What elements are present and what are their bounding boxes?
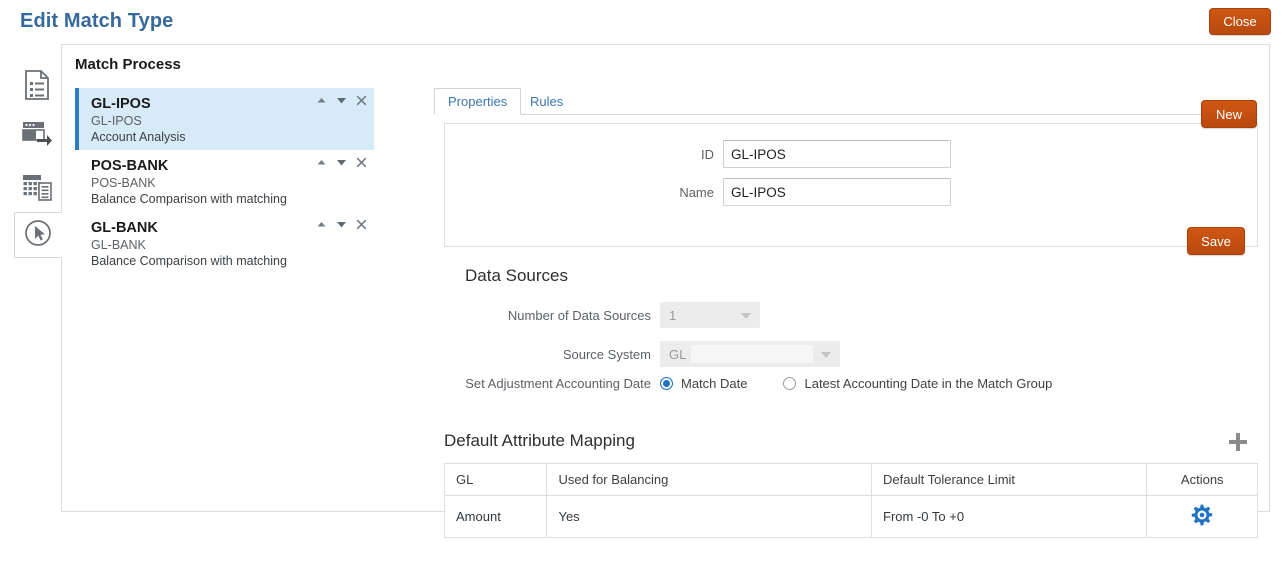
match-process-list: GL-IPOS GL-IPOS Account Analysis POS-BAN…	[75, 88, 374, 498]
source-system-select[interactable]: GL	[660, 341, 840, 367]
rail-item-grid-report[interactable]	[14, 166, 60, 212]
close-icon[interactable]	[355, 218, 368, 235]
rail-item-document-list[interactable]	[14, 64, 60, 110]
match-process-description: Account Analysis	[91, 130, 186, 144]
cell-actions	[1146, 495, 1258, 538]
new-button[interactable]: New	[1201, 100, 1257, 128]
match-process-panel: Match Process New GL-IPOS GL-IPOS Accoun…	[61, 44, 1270, 538]
name-row: Name	[445, 178, 1257, 206]
default-attribute-mapping-table: GL Used for Balancing Default Tolerance …	[443, 463, 1258, 538]
match-process-id: GL-BANK	[91, 238, 146, 252]
radio-match-date[interactable]: Match Date	[660, 376, 747, 391]
source-system-row: Source System GL	[444, 341, 840, 367]
number-of-data-sources-value: 1	[669, 308, 677, 323]
icon-rail	[0, 50, 62, 512]
id-label: ID	[701, 146, 714, 162]
radio-unselected-icon	[783, 377, 797, 390]
row-actions	[315, 94, 368, 111]
document-list-icon	[24, 69, 50, 105]
tab-bar: Properties Rules	[434, 88, 1258, 115]
match-process-id: GL-IPOS	[91, 114, 142, 128]
match-process-id: POS-BANK	[91, 176, 156, 190]
name-input[interactable]	[723, 178, 951, 206]
cell-gl: Amount	[443, 495, 548, 538]
column-header-used-for-balancing: Used for Balancing	[546, 463, 873, 496]
rail-item-cursor-circle[interactable]	[14, 212, 62, 258]
cell-default-tolerance-limit: From -0 To +0	[871, 495, 1148, 538]
move-up-icon[interactable]	[315, 218, 328, 235]
window-export-icon	[22, 120, 52, 151]
tab-properties[interactable]: Properties	[434, 88, 522, 115]
move-down-icon[interactable]	[335, 156, 348, 173]
radio-latest-accounting-date[interactable]: Latest Accounting Date in the Match Grou…	[783, 376, 1052, 391]
column-header-gl: GL	[443, 463, 548, 496]
id-row: ID	[445, 140, 1257, 168]
column-header-actions: Actions	[1146, 463, 1258, 496]
radio-latest-accounting-date-label: Latest Accounting Date in the Match Grou…	[804, 376, 1053, 391]
edit-match-type-page: Edit Match Type Close Match Process New …	[0, 0, 1283, 576]
number-of-data-sources-select[interactable]: 1	[660, 302, 760, 328]
move-up-icon[interactable]	[315, 156, 328, 173]
id-input[interactable]	[723, 140, 951, 168]
list-item[interactable]: GL-IPOS GL-IPOS Account Analysis	[75, 88, 374, 150]
cursor-circle-icon	[24, 219, 52, 252]
source-system-label: Source System	[562, 346, 651, 362]
match-process-description: Balance Comparison with matching	[91, 192, 287, 206]
source-system-inner-fill	[691, 345, 813, 363]
tab-rules[interactable]: Rules	[516, 88, 577, 115]
gear-icon[interactable]	[1191, 504, 1213, 529]
move-up-icon[interactable]	[315, 94, 328, 111]
data-sources-heading: Data Sources	[465, 266, 568, 285]
row-actions	[315, 218, 368, 235]
adjustment-date-radio-group: Match Date Latest Accounting Date in the…	[660, 376, 1052, 391]
table-row: Amount Yes From -0 To +0	[443, 495, 1258, 538]
chevron-down-icon	[741, 313, 751, 319]
number-of-data-sources-label: Number of Data Sources	[507, 307, 651, 323]
grid-report-icon	[22, 173, 52, 206]
source-system-value: GL	[669, 347, 687, 362]
add-attribute-mapping-icon[interactable]	[1227, 431, 1249, 453]
radio-selected-icon	[660, 377, 673, 390]
move-down-icon[interactable]	[335, 94, 348, 111]
cell-used-for-balancing: Yes	[546, 495, 873, 538]
set-adjustment-accounting-date-row: Set Adjustment Accounting Date Match Dat…	[444, 376, 1052, 391]
move-down-icon[interactable]	[335, 218, 348, 235]
default-attribute-mapping-heading: Default Attribute Mapping	[444, 431, 635, 450]
number-of-data-sources-row: Number of Data Sources 1	[444, 302, 760, 328]
table-header-row: GL Used for Balancing Default Tolerance …	[443, 463, 1258, 496]
radio-match-date-label: Match Date	[681, 376, 748, 391]
set-adjustment-accounting-date-label: Set Adjustment Accounting Date	[465, 376, 651, 391]
chevron-down-icon	[821, 352, 831, 358]
row-actions	[315, 156, 368, 173]
identity-card: ID Name	[444, 123, 1258, 247]
rail-item-window-export[interactable]	[14, 112, 60, 158]
column-header-default-tolerance-limit: Default Tolerance Limit	[871, 463, 1148, 496]
name-label: Name	[679, 184, 714, 200]
save-button[interactable]: Save	[1187, 227, 1245, 255]
close-button[interactable]: Close	[1209, 8, 1271, 35]
close-icon[interactable]	[355, 94, 368, 111]
panel-title: Match Process	[75, 56, 181, 73]
properties-content: Properties Rules Save ID Name Data Sourc…	[372, 88, 1258, 538]
list-item[interactable]: GL-BANK GL-BANK Balance Comparison with …	[75, 212, 374, 274]
list-item[interactable]: POS-BANK POS-BANK Balance Comparison wit…	[75, 150, 374, 212]
page-title: Edit Match Type	[20, 10, 174, 32]
close-icon[interactable]	[355, 156, 368, 173]
match-process-description: Balance Comparison with matching	[91, 254, 287, 268]
